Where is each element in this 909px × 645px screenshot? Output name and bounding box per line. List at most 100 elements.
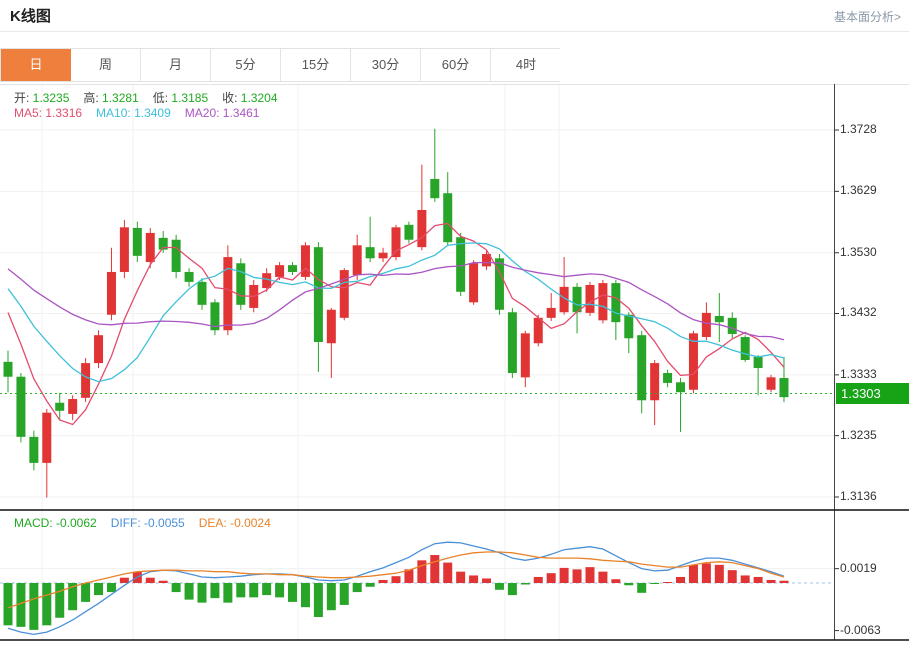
macd-bar <box>314 583 323 617</box>
candle <box>81 363 90 398</box>
ma-legend-item: MA10: 1.3409 <box>96 106 171 120</box>
macd-bar <box>534 577 543 583</box>
macd-bar <box>779 581 788 583</box>
candlestick-macd-chart[interactable] <box>0 84 909 645</box>
current-price-badge: 1.3303 <box>836 383 909 404</box>
macd-bar <box>443 563 452 583</box>
price-axis-tick: 1.3235 <box>840 428 906 442</box>
macd-bar <box>676 577 685 583</box>
candle <box>236 263 245 305</box>
candle <box>754 357 763 368</box>
macd-bar <box>275 583 284 597</box>
macd-bar <box>107 583 116 592</box>
period-tab-bar: 日周月5分15分30分60分4时 <box>0 48 560 82</box>
macd-bar <box>715 565 724 583</box>
candle <box>42 413 51 463</box>
candle <box>16 377 25 437</box>
candle <box>275 265 284 277</box>
candle <box>68 399 77 414</box>
macd-bar <box>573 569 582 583</box>
ohlc-legend: 开: 1.3235高: 1.3281低: 1.3185收: 1.3204 <box>14 89 292 106</box>
fundamental-analysis-link[interactable]: 基本面分析> <box>834 8 901 25</box>
candle <box>676 382 685 392</box>
candle <box>430 179 439 198</box>
candle <box>715 316 724 322</box>
macd-bar <box>508 583 517 595</box>
candle <box>779 378 788 397</box>
macd-bar <box>456 572 465 583</box>
tab-period-6[interactable]: 60分 <box>421 49 491 81</box>
tab-period-0[interactable]: 日 <box>1 49 71 81</box>
candle <box>366 247 375 258</box>
candle <box>469 263 478 302</box>
candle <box>327 310 336 343</box>
macd-legend-item: DIFF: -0.0055 <box>111 516 185 530</box>
candle <box>146 233 155 262</box>
tab-period-1[interactable]: 周 <box>71 49 141 81</box>
macd-bar <box>353 583 362 592</box>
macd-bar <box>482 578 491 583</box>
macd-bar <box>327 583 336 610</box>
macd-bar <box>650 583 659 584</box>
candle <box>417 210 426 247</box>
tab-period-3[interactable]: 5分 <box>211 49 281 81</box>
candle <box>301 245 310 277</box>
macd-bar <box>754 577 763 583</box>
candle <box>650 363 659 400</box>
candle <box>172 240 181 272</box>
macd-bar <box>741 575 750 583</box>
candle <box>663 373 672 383</box>
candle <box>611 283 620 322</box>
tab-period-5[interactable]: 30分 <box>351 49 421 81</box>
macd-bar <box>262 583 271 595</box>
macd-bar <box>521 583 530 585</box>
candle <box>443 193 452 242</box>
candle <box>404 225 413 240</box>
price-axis-tick: 1.3530 <box>840 245 906 259</box>
macd-bar <box>366 583 375 587</box>
tab-period-7[interactable]: 4时 <box>491 49 561 81</box>
candle <box>185 272 194 282</box>
macd-axis-tick: -0.0063 <box>840 623 906 637</box>
macd-legend: MACD: -0.0062DIFF: -0.0055DEA: -0.0024 <box>14 516 285 530</box>
macd-bar <box>197 583 206 603</box>
price-axis-tick: 1.3728 <box>840 122 906 136</box>
candle <box>508 312 517 373</box>
candle <box>340 270 349 318</box>
candle <box>107 272 116 315</box>
candle <box>262 273 271 288</box>
candle <box>728 318 737 334</box>
macd-bar <box>560 568 569 583</box>
macd-bar <box>236 583 245 597</box>
macd-bar <box>702 563 711 583</box>
macd-bar <box>223 583 232 603</box>
macd-bar <box>767 580 776 583</box>
candle <box>637 335 646 400</box>
diff-line <box>8 542 784 634</box>
macd-bar <box>391 576 400 583</box>
macd-bar <box>585 567 594 583</box>
candle <box>741 337 750 360</box>
ohlc-legend-item: 高: 1.3281 <box>83 91 138 105</box>
macd-bar <box>185 583 194 600</box>
candle <box>288 265 297 272</box>
macd-bar <box>547 573 556 583</box>
macd-bar <box>249 583 258 597</box>
candle <box>197 282 206 305</box>
tab-period-2[interactable]: 月 <box>141 49 211 81</box>
tab-period-4[interactable]: 15分 <box>281 49 351 81</box>
macd-bar <box>301 583 310 607</box>
ma-legend-item: MA5: 1.3316 <box>14 106 82 120</box>
price-axis-tick: 1.3333 <box>840 367 906 381</box>
macd-bar <box>689 565 698 583</box>
macd-bar <box>4 583 13 625</box>
macd-legend-item: MACD: -0.0062 <box>14 516 97 530</box>
macd-bar <box>611 579 620 583</box>
macd-bar <box>598 572 607 583</box>
candle <box>314 247 323 342</box>
macd-bar <box>146 578 155 583</box>
candle <box>521 333 530 377</box>
candle <box>94 335 103 363</box>
macd-bar <box>55 583 64 618</box>
ohlc-legend-item: 收: 1.3204 <box>222 91 277 105</box>
